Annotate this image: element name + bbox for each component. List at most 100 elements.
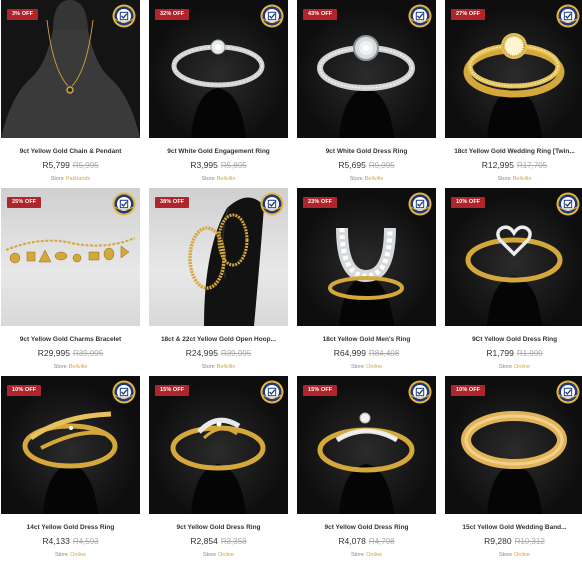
store-label: Store: [50, 176, 64, 182]
product-image[interactable]: 15% OFF: [297, 376, 436, 514]
product-price: R29,995 R39,995: [1, 348, 140, 359]
product-image[interactable]: 15% OFF: [149, 376, 288, 514]
product-title[interactable]: 9ct Yellow Gold Chain & Pendant: [1, 147, 140, 156]
product-price: R3,995 R5,895: [149, 160, 288, 171]
store-info: Store Parklands: [1, 175, 140, 183]
product-title[interactable]: 9ct White Gold Dress Ring: [297, 147, 436, 156]
verified-seal-icon: [556, 192, 580, 216]
product-title[interactable]: 9Ct Yellow Gold Dress Ring: [445, 335, 582, 344]
store-name[interactable]: Bellville: [217, 364, 236, 370]
product-image[interactable]: 27% OFF: [445, 0, 582, 138]
product-title[interactable]: 18ct Yellow Gold Men's Ring: [297, 335, 436, 344]
product-price: R5,695 R9,995: [297, 160, 436, 171]
store-info: Store Online: [149, 551, 288, 559]
current-price: R5,799: [42, 160, 70, 170]
product-card-9[interactable]: 10% OFF 14ct Yellow Gold Dress Ring R4,1…: [1, 376, 140, 564]
store-info: Store Online: [297, 551, 436, 559]
store-name[interactable]: Bellville: [513, 176, 532, 182]
verified-seal-icon: [408, 192, 432, 216]
store-label: Store: [498, 364, 513, 370]
store-name[interactable]: Online: [218, 552, 234, 558]
product-price: R64,999 R84,408: [297, 348, 436, 359]
product-image[interactable]: 10% OFF: [445, 188, 582, 326]
product-price: R4,078 R4,798: [297, 536, 436, 547]
store-label: Store: [349, 176, 363, 182]
product-card-12[interactable]: 10% OFF 15ct Yellow Gold Wedding Band...…: [445, 376, 582, 564]
product-price: R9,280 R10,312: [445, 536, 582, 547]
discount-badge: 23% OFF: [303, 197, 338, 208]
current-price: R12,995: [481, 160, 514, 170]
product-image[interactable]: 25% OFF: [1, 188, 140, 326]
store-info: Store Bellville: [1, 363, 140, 371]
discount-badge: 10% OFF: [451, 197, 486, 208]
discount-badge: 10% OFF: [451, 385, 486, 396]
product-card-6[interactable]: 38% OFF 18ct & 22ct Yellow Gold Open Hoo…: [149, 188, 288, 376]
product-image[interactable]: 38% OFF: [149, 188, 288, 326]
product-card-8[interactable]: 10% OFF 9Ct Yellow Gold Dress Ring R1,79…: [445, 188, 582, 376]
product-card-5[interactable]: 25% OFF 9ct Yellow Gold Charms Bracelet …: [1, 188, 140, 376]
product-image[interactable]: 10% OFF: [445, 376, 582, 514]
product-title[interactable]: 15ct Yellow Gold Wedding Band...: [445, 523, 582, 532]
product-image[interactable]: 3% OFF: [1, 0, 140, 138]
product-title[interactable]: 9ct Yellow Gold Charms Bracelet: [1, 335, 140, 344]
store-name[interactable]: Bellville: [217, 176, 236, 182]
original-price: R39,995: [220, 349, 252, 358]
verified-seal-icon: [260, 192, 284, 216]
store-info: Store Online: [297, 363, 436, 371]
product-title[interactable]: 9ct White Gold Engagement Ring: [149, 147, 288, 156]
verified-seal-icon: [260, 380, 284, 404]
verified-seal-icon: [112, 4, 136, 28]
store-label: Store: [201, 176, 215, 182]
store-name[interactable]: Bellville: [365, 176, 384, 182]
product-card-10[interactable]: 15% OFF 9ct Yellow Gold Dress Ring R2,85…: [149, 376, 288, 564]
store-name[interactable]: Online: [366, 364, 382, 370]
original-price: R39,995: [72, 349, 104, 358]
store-name[interactable]: Online: [366, 552, 382, 558]
product-title[interactable]: 18ct Yellow Gold Wedding Ring [Twin...: [445, 147, 582, 156]
original-price: R3,358: [220, 537, 247, 546]
product-grid: 3% OFF 9ct Yellow Gold Chain & Pendant R…: [0, 0, 582, 560]
product-title[interactable]: 14ct Yellow Gold Dress Ring: [1, 523, 140, 532]
original-price: R5,995: [72, 161, 99, 170]
store-name[interactable]: Online: [514, 364, 530, 370]
original-price: R10,312: [514, 537, 545, 546]
store-info: Store Online: [445, 363, 582, 371]
discount-badge: 27% OFF: [451, 9, 486, 20]
store-name[interactable]: Parklands: [66, 176, 90, 182]
store-name[interactable]: Online: [514, 552, 530, 558]
verified-seal-icon: [260, 4, 284, 28]
product-image[interactable]: 43% OFF: [297, 0, 436, 138]
store-name[interactable]: Online: [70, 552, 86, 558]
product-card-11[interactable]: 15% OFF 9ct Yellow Gold Dress Ring R4,07…: [297, 376, 436, 564]
store-info: Store Online: [1, 551, 140, 559]
discount-badge: 10% OFF: [7, 385, 42, 396]
store-info: Store Bellville: [149, 175, 288, 183]
product-title[interactable]: 18ct & 22ct Yellow Gold Open Hoop...: [149, 335, 288, 344]
store-label: Store: [202, 552, 217, 558]
product-title[interactable]: 9ct Yellow Gold Dress Ring: [149, 523, 288, 532]
product-image[interactable]: 23% OFF: [297, 188, 436, 326]
current-price: R64,999: [333, 348, 366, 358]
discount-badge: 15% OFF: [303, 385, 338, 396]
store-label: Store: [350, 552, 365, 558]
verified-seal-icon: [408, 4, 432, 28]
verified-seal-icon: [556, 4, 580, 28]
product-card-4[interactable]: 27% OFF 18ct Yellow Gold Wedding Ring [T…: [445, 0, 582, 188]
product-title[interactable]: 9ct Yellow Gold Dress Ring: [297, 523, 436, 532]
product-card-2[interactable]: 32% OFF 9ct White Gold Engagement Ring R…: [149, 0, 288, 188]
store-info: Store Online: [445, 551, 582, 559]
product-card-3[interactable]: 43% OFF 9ct White Gold Dress Ring R5,695…: [297, 0, 436, 188]
current-price: R3,995: [190, 160, 218, 170]
store-label: Store: [53, 364, 67, 370]
discount-badge: 15% OFF: [155, 385, 190, 396]
discount-badge: 32% OFF: [155, 9, 190, 20]
product-price: R5,799 R5,995: [1, 160, 140, 171]
original-price: R4,593: [72, 537, 99, 546]
store-name[interactable]: Bellville: [69, 364, 88, 370]
current-price: R24,995: [185, 348, 218, 358]
original-price: R9,995: [368, 161, 395, 170]
product-card-1[interactable]: 3% OFF 9ct Yellow Gold Chain & Pendant R…: [1, 0, 140, 188]
product-image[interactable]: 10% OFF: [1, 376, 140, 514]
product-card-7[interactable]: 23% OFF 18ct Yellow Gold Men's Ring R64,…: [297, 188, 436, 376]
product-image[interactable]: 32% OFF: [149, 0, 288, 138]
